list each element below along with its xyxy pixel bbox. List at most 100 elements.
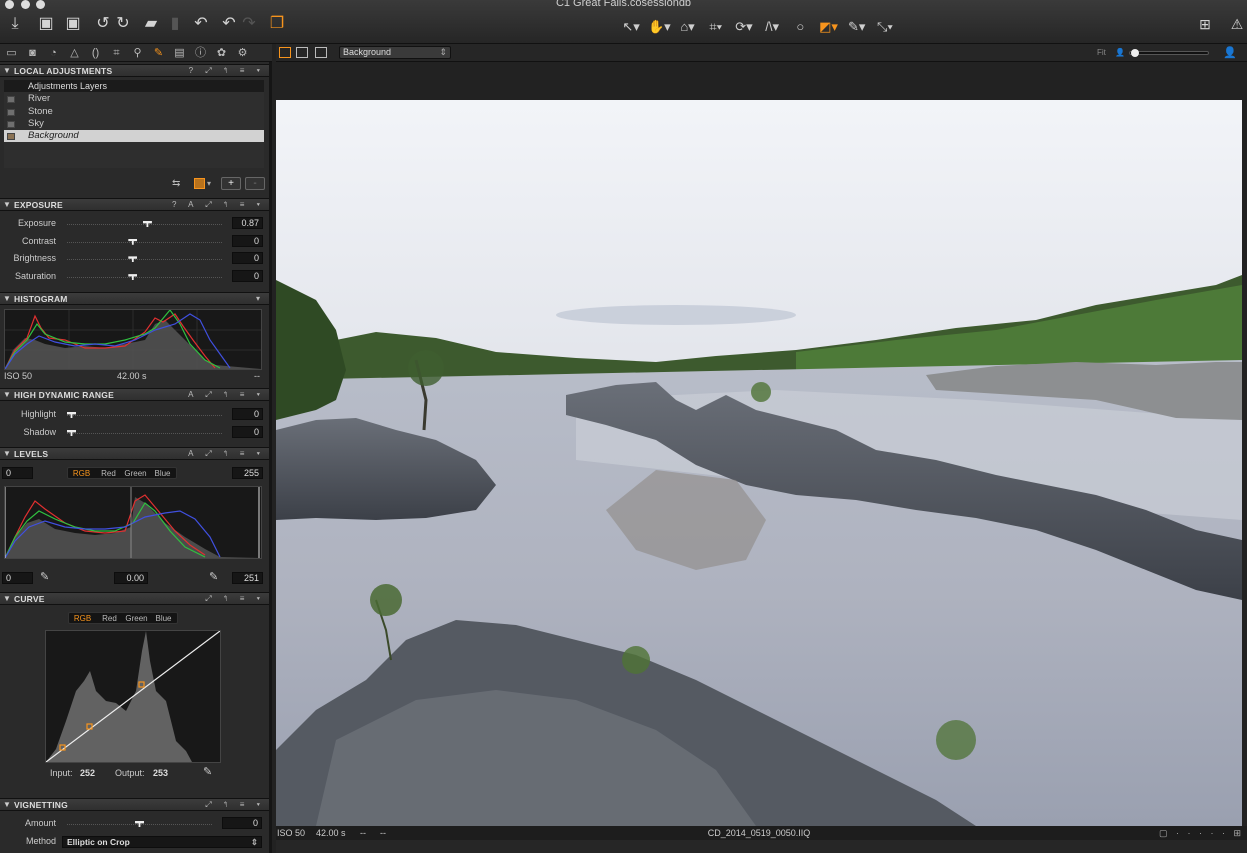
mask-brush-icon[interactable]: ◩▾ — [814, 17, 842, 37]
layer-select[interactable]: Background ⇕ — [339, 46, 451, 59]
capture-icon[interactable]: ▣ — [36, 15, 56, 33]
levels-tab-rgb[interactable]: RGB — [68, 468, 95, 478]
color-icon[interactable]: △ — [66, 46, 83, 60]
crop-icon[interactable]: ⌗▾ — [702, 17, 730, 37]
white-point-picker-icon[interactable]: ✎ — [209, 570, 218, 583]
stack-icon[interactable]: ❐ — [267, 15, 287, 33]
vignetting-amount-slider[interactable] — [67, 821, 212, 829]
exposure-slider-brightness[interactable] — [67, 256, 222, 264]
exposure-value-contrast[interactable]: 0 — [232, 234, 263, 247]
levels-output-high[interactable]: 251 — [232, 572, 263, 584]
levels-tab-red[interactable]: Red — [95, 468, 122, 478]
levels-output-low[interactable]: 0 — [2, 572, 33, 584]
hdr-value-highlight[interactable]: 0 — [232, 408, 263, 420]
local-adjustments-icon[interactable]: ✎ — [150, 46, 167, 60]
hdr-value-shadow[interactable]: 0 — [232, 426, 263, 438]
apply-icon[interactable]: ⤡▾ — [871, 17, 899, 37]
histogram-header[interactable]: ▼ HISTOGRAM ▾ — [0, 292, 269, 305]
remove-layer-button[interactable]: - — [245, 177, 265, 190]
section-controls[interactable]: ▾ — [256, 294, 265, 303]
exposure-value-exposure[interactable]: 0.87 — [232, 217, 263, 229]
levels-midpoint[interactable]: 0.00 — [114, 572, 148, 584]
trash-icon[interactable]: ▮ — [165, 15, 185, 33]
keystone-icon[interactable]: /\▾ — [758, 17, 786, 37]
hdr-header[interactable]: ▼ HIGH DYNAMIC RANGE A ⤢ ↰ ≡ ▾ — [0, 388, 269, 401]
layer-row-stone[interactable]: Stone — [4, 106, 264, 118]
compare-view-icon[interactable] — [315, 47, 327, 58]
capture-alt-icon[interactable]: ▣ — [63, 15, 83, 33]
exposure-slider-exposure[interactable] — [67, 221, 222, 229]
curve-tab-green[interactable]: Green — [123, 613, 150, 623]
add-layer-button[interactable]: + — [221, 177, 241, 190]
levels-input-high[interactable]: 255 — [232, 467, 263, 479]
composition-icon[interactable]: ⌗ — [108, 46, 125, 60]
zoom-slider-thumb[interactable] — [1131, 49, 1139, 57]
vignetting-header[interactable]: ▼ VIGNETTING ⤢ ↰ ≡ ▾ — [0, 798, 269, 811]
mask-brush-small-icon[interactable] — [194, 178, 205, 189]
collapse-icon[interactable]: ▼ — [3, 594, 11, 603]
redo-icon[interactable]: ↷ — [239, 15, 259, 33]
output-icon[interactable]: ⓘ — [192, 46, 209, 60]
section-controls[interactable]: ? A ⤢ ↰ ≡ ▾ — [172, 200, 265, 210]
curve-tab-red[interactable]: Red — [96, 613, 123, 623]
curve-tab-blue[interactable]: Blue — [150, 613, 177, 623]
exposure-slider-contrast[interactable] — [67, 238, 222, 247]
vignetting-method-select[interactable]: Elliptic on Crop ⇕ — [62, 836, 262, 848]
levels-tab-blue[interactable]: Blue — [149, 468, 176, 478]
library-icon[interactable]: ▭ — [3, 46, 20, 60]
undo-icon[interactable]: ↶ — [191, 15, 211, 33]
grid-view-icon[interactable] — [279, 47, 291, 58]
capture-tab-icon[interactable]: ◙ — [24, 46, 41, 60]
rotate-right-icon[interactable]: ↻ — [113, 15, 133, 33]
levels-header[interactable]: ▼ LEVELS A ⤢ ↰ ≡ ▾ — [0, 447, 269, 460]
collapse-icon[interactable]: ▼ — [3, 800, 11, 809]
hdr-slider-shadow[interactable] — [67, 430, 222, 438]
color-picker-icon[interactable]: ✎▾ — [843, 17, 871, 37]
layer-row-sky[interactable]: Sky — [4, 118, 264, 130]
levels-input-low[interactable]: 0 — [2, 467, 33, 479]
collapse-icon[interactable]: ▼ — [3, 294, 11, 303]
section-controls[interactable]: ⤢ ↰ ≡ ▾ — [205, 594, 265, 604]
exposure-icon[interactable]: () — [87, 46, 104, 60]
settings-icon[interactable]: ⚙ — [234, 46, 251, 60]
folder-icon[interactable]: ▰ — [141, 15, 161, 33]
image-viewer[interactable] — [276, 100, 1242, 826]
hdr-slider-highlight[interactable] — [67, 412, 222, 420]
section-controls[interactable]: ? ⤢ ↰ ≡ ▾ — [189, 66, 265, 76]
curve-editor[interactable] — [45, 630, 221, 763]
layout-icon[interactable]: ⊞ — [1195, 15, 1215, 33]
select-cursor-icon[interactable]: ↖▾ — [617, 17, 645, 37]
section-controls[interactable]: A ⤢ ↰ ≡ ▾ — [188, 449, 265, 459]
collapse-icon[interactable]: ▼ — [3, 66, 11, 75]
status-dots-icon[interactable]: ▢ · · · · · ⊞ — [1159, 826, 1244, 840]
metadata-icon[interactable]: ▤ — [171, 46, 188, 60]
curve-tab-rgb[interactable]: RGB — [69, 613, 96, 623]
lens-icon[interactable]: ◔ — [45, 46, 62, 60]
single-view-icon[interactable] — [296, 47, 308, 58]
rotate-left-icon[interactable]: ↺ — [93, 15, 113, 33]
layer-row-background[interactable]: Background — [4, 130, 264, 142]
collapse-icon[interactable]: ▼ — [3, 390, 11, 399]
vignetting-amount-value[interactable]: 0 — [222, 817, 262, 829]
warning-icon[interactable]: ⚠ — [1227, 15, 1247, 33]
local-adjustments-header[interactable]: ▼ LOCAL ADJUSTMENTS ? ⤢ ↰ ≡ ▾ — [0, 64, 269, 77]
pan-icon[interactable]: ✋▾ — [645, 17, 673, 37]
black-point-picker-icon[interactable]: ✎ — [40, 570, 49, 583]
curve-header[interactable]: ▼ CURVE ⤢ ↰ ≡ ▾ — [0, 592, 269, 605]
collapse-icon[interactable]: ▼ — [3, 449, 11, 458]
layer-row-river[interactable]: River — [4, 93, 264, 105]
details-icon[interactable]: ⚲ — [129, 46, 146, 60]
undo-alt-icon[interactable]: ↶ — [219, 15, 239, 33]
exposure-header[interactable]: ▼ EXPOSURE ? A ⤢ ↰ ≡ ▾ — [0, 198, 269, 211]
spot-removal-icon[interactable]: ○ — [786, 17, 814, 37]
section-controls[interactable]: A ⤢ ↰ ≡ ▾ — [188, 390, 265, 400]
import-icon[interactable]: ⤓ — [5, 15, 25, 33]
levels-tab-green[interactable]: Green — [122, 468, 149, 478]
zoom-slider[interactable] — [1129, 51, 1209, 55]
rotate-tool-icon[interactable]: ⟳▾ — [730, 17, 758, 37]
loupe-icon[interactable]: ⌂▾ — [673, 17, 701, 37]
collapse-icon[interactable]: ▼ — [3, 200, 11, 209]
exposure-value-brightness[interactable]: 0 — [232, 252, 263, 265]
batch-icon[interactable]: ✿ — [213, 46, 230, 60]
layer-options-icon[interactable]: ⇆ — [172, 178, 180, 189]
